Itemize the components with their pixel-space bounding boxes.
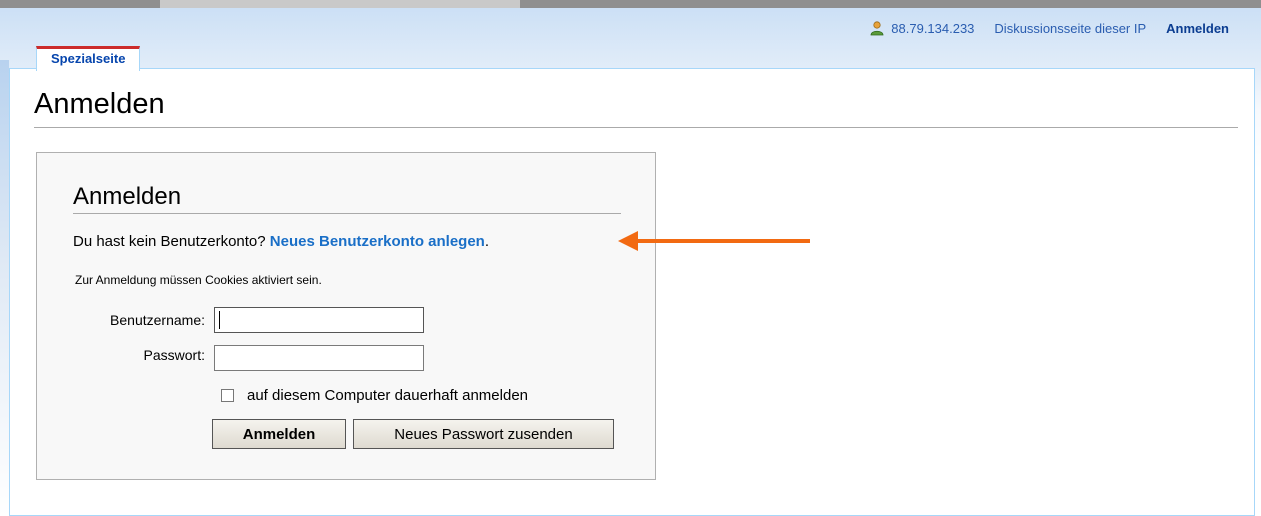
page-title: Anmelden [34,88,165,120]
user-icon [869,20,885,36]
login-link[interactable]: Anmelden [1166,21,1229,36]
send-new-password-button[interactable]: Neues Passwort zusenden [353,419,614,449]
cookie-note: Zur Anmeldung müssen Cookies aktiviert s… [75,273,322,287]
heading-divider [73,213,621,214]
login-form-heading: Anmelden [73,183,182,210]
personal-tools: 88.79.134.233 Diskussionsseite dieser IP… [869,20,1229,36]
ip-address-link[interactable]: 88.79.134.233 [891,21,974,36]
password-input[interactable] [214,345,424,371]
text-cursor [219,311,220,329]
remember-checkbox[interactable] [221,389,234,402]
username-input[interactable] [214,307,424,333]
window-top-strip [0,0,1261,8]
create-account-suffix: . [484,233,490,250]
create-account-link[interactable]: Neues Benutzerkonto anlegen [270,233,485,250]
login-button[interactable]: Anmelden [212,419,346,449]
talk-page-link[interactable]: Diskussionsseite dieser IP [994,21,1146,36]
arrow-annotation-icon [618,231,810,251]
tab-special-page[interactable]: Spezialseite [36,46,141,71]
password-label: Passwort: [143,347,205,363]
remember-label[interactable]: auf diesem Computer dauerhaft anmelden [247,387,528,404]
no-account-line: Du hast kein Benutzerkonto? Neues Benutz… [73,233,489,250]
no-account-text: Du hast kein Benutzerkonto? [73,233,270,250]
left-sidebar-edge [0,60,9,516]
title-divider [34,127,1238,128]
username-label: Benutzername: [110,312,205,328]
